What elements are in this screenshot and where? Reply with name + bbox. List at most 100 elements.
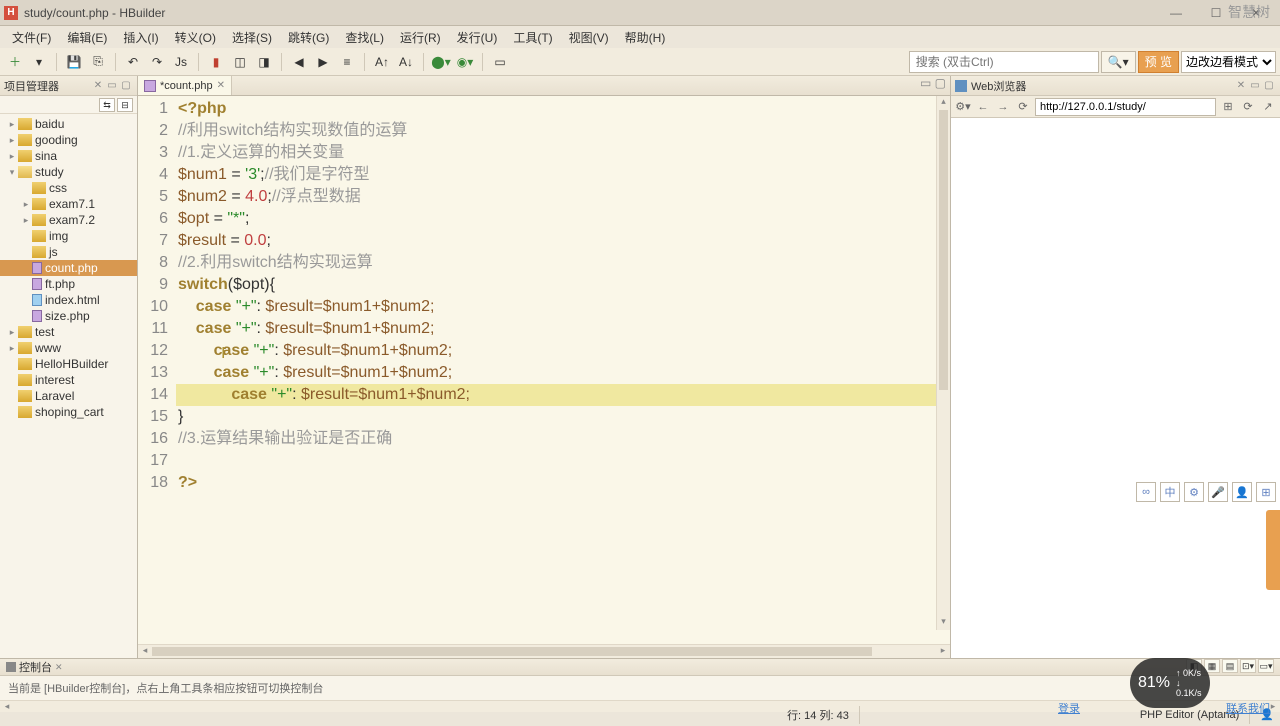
close-tab-icon[interactable]: ✕ — [217, 80, 225, 91]
menu-item[interactable]: 查找(L) — [337, 27, 392, 48]
back-button[interactable]: ← — [975, 99, 991, 115]
url-input[interactable] — [1035, 98, 1216, 116]
font-decrease-button[interactable]: A↓ — [395, 51, 417, 73]
quick-access-button[interactable]: ⚙ — [1184, 482, 1204, 502]
menu-item[interactable]: 选择(S) — [224, 27, 280, 48]
tree-node[interactable]: ▾study — [0, 164, 137, 180]
search-go-button[interactable]: 🔍▾ — [1101, 51, 1136, 73]
comment-button[interactable]: ◫ — [229, 51, 251, 73]
menu-item[interactable]: 发行(U) — [449, 27, 506, 48]
view-mode-select[interactable]: 边改边看模式 — [1181, 51, 1276, 73]
vertical-scrollbar[interactable]: ▴ ▾ — [936, 96, 950, 630]
save-all-button[interactable]: ⎘ — [87, 51, 109, 73]
collapse-all-button[interactable]: ⊟ — [117, 98, 133, 112]
search-box: 🔍▾ 预 览 边改边看模式 — [909, 51, 1276, 73]
debug-button[interactable]: ◉▾ — [454, 51, 476, 73]
quick-access-button[interactable]: ⊞ — [1256, 482, 1276, 502]
h-scrollbar-thumb[interactable] — [152, 647, 872, 656]
tree-node[interactable]: ▸exam7.2 — [0, 212, 137, 228]
undo-button[interactable]: ↶ — [122, 51, 144, 73]
outdent-button[interactable]: ◀ — [288, 51, 310, 73]
run-button[interactable]: ⬤▾ — [430, 51, 452, 73]
uncomment-button[interactable]: ◨ — [253, 51, 275, 73]
new-button[interactable]: ＋ — [4, 51, 26, 73]
menu-item[interactable]: 插入(I) — [115, 27, 166, 48]
format-button[interactable]: Js — [170, 51, 192, 73]
refresh-button[interactable]: ⟳ — [1015, 99, 1031, 115]
menu-item[interactable]: 转义(O) — [167, 27, 224, 48]
console-tool-3[interactable]: ▤ — [1222, 659, 1238, 673]
preview-button[interactable]: 预 览 — [1138, 51, 1179, 73]
quick-access-button[interactable]: 👤 — [1232, 482, 1252, 502]
project-manager-panel: 项目管理器 ✕ ▭ ▢ ⇆ ⊟ ▸baidu▸gooding▸sina▾stud… — [0, 76, 138, 658]
tree-node[interactable]: ▸exam7.1 — [0, 196, 137, 212]
font-increase-button[interactable]: A↑ — [371, 51, 393, 73]
close-panel-icon[interactable]: ✕ — [91, 79, 105, 93]
console-scrollbar[interactable]: ◂▸ — [0, 700, 1280, 712]
quick-access-button[interactable]: 🎤 — [1208, 482, 1228, 502]
tree-node[interactable]: ▸www — [0, 340, 137, 356]
tree-node[interactable]: css — [0, 180, 137, 196]
console-tool-4[interactable]: ⊡▾ — [1240, 659, 1256, 673]
wrap-button[interactable]: ≡ — [336, 51, 358, 73]
indent-button[interactable]: ▶ — [312, 51, 334, 73]
tree-node[interactable]: ft.php — [0, 276, 137, 292]
bookmark-icon[interactable]: ⊞ — [1220, 99, 1236, 115]
tree-node[interactable]: size.php — [0, 308, 137, 324]
close-console-icon[interactable]: ✕ — [55, 662, 63, 673]
max-browser-icon[interactable]: ▢ — [1262, 79, 1276, 93]
tree-node[interactable]: img — [0, 228, 137, 244]
open-external-icon[interactable]: ↗ — [1260, 99, 1276, 115]
code-content[interactable]: <?php //利用switch结构实现数值的运算 //1.定义运算的相关变量 … — [176, 96, 950, 644]
horizontal-scrollbar[interactable]: ◂ ▸ — [138, 644, 950, 658]
close-browser-icon[interactable]: ✕ — [1234, 79, 1248, 93]
tree-node[interactable]: count.php — [0, 260, 137, 276]
search-input[interactable] — [909, 51, 1099, 73]
menu-item[interactable]: 运行(R) — [392, 27, 449, 48]
scrollbar-thumb[interactable] — [939, 110, 948, 390]
minimize-button[interactable]: — — [1156, 1, 1196, 25]
side-handle[interactable] — [1266, 510, 1280, 590]
quick-access-button[interactable]: 中 — [1160, 482, 1180, 502]
tree-node[interactable]: interest — [0, 372, 137, 388]
save-button[interactable]: 💾 — [63, 51, 85, 73]
tree-node[interactable]: HelloHBuilder — [0, 356, 137, 372]
tree-node[interactable]: shoping_cart — [0, 404, 137, 420]
tree-node[interactable]: js — [0, 244, 137, 260]
net-down: ↓ 0.1K/s — [1176, 678, 1202, 698]
login-link[interactable]: 登录 — [1058, 700, 1080, 716]
min-browser-icon[interactable]: ▭ — [1248, 79, 1262, 93]
web-browser-header: Web浏览器 ✕ ▭ ▢ — [951, 76, 1280, 96]
console-tab[interactable]: 控制台 ✕ — [0, 659, 69, 675]
menu-item[interactable]: 文件(F) — [4, 27, 59, 48]
minimize-panel-icon[interactable]: ▭ — [105, 79, 119, 93]
tree-node[interactable]: index.html — [0, 292, 137, 308]
tree-node[interactable]: Laravel — [0, 388, 137, 404]
menu-item[interactable]: 工具(T) — [505, 27, 560, 48]
project-tree[interactable]: ▸baidu▸gooding▸sina▾studycss▸exam7.1▸exa… — [0, 114, 137, 658]
console-tool-5[interactable]: ▭▾ — [1258, 659, 1274, 673]
tree-node[interactable]: ▸gooding — [0, 132, 137, 148]
device-button[interactable]: ▭ — [489, 51, 511, 73]
gear-icon[interactable]: ⚙▾ — [955, 99, 971, 115]
link-editor-button[interactable]: ⇆ — [99, 98, 115, 112]
contact-link[interactable]: 联系我们 — [1226, 700, 1270, 716]
tab-count-php[interactable]: *count.php ✕ — [138, 76, 232, 95]
menu-item[interactable]: 编辑(E) — [59, 27, 115, 48]
cpu-overlay[interactable]: 81% ↑ 0K/s ↓ 0.1K/s — [1130, 658, 1210, 708]
redo-button[interactable]: ↷ — [146, 51, 168, 73]
menu-item[interactable]: 跳转(G) — [280, 27, 337, 48]
tree-node[interactable]: ▸baidu — [0, 116, 137, 132]
menu-item[interactable]: 视图(V) — [561, 27, 617, 48]
quick-access-button[interactable]: ∞ — [1136, 482, 1156, 502]
forward-button[interactable]: → — [995, 99, 1011, 115]
tab-overflow-icon[interactable]: ▭ ▢ — [916, 76, 950, 95]
dropdown-new-button[interactable]: ▾ — [28, 51, 50, 73]
bookmark-button[interactable]: ▮ — [205, 51, 227, 73]
menu-item[interactable]: 帮助(H) — [617, 27, 674, 48]
reload-icon[interactable]: ⟳ — [1240, 99, 1256, 115]
maximize-panel-icon[interactable]: ▢ — [119, 79, 133, 93]
tree-node[interactable]: ▸test — [0, 324, 137, 340]
tree-node[interactable]: ▸sina — [0, 148, 137, 164]
code-editor[interactable]: 123456789101112131415161718 <?php //利用sw… — [138, 96, 950, 644]
